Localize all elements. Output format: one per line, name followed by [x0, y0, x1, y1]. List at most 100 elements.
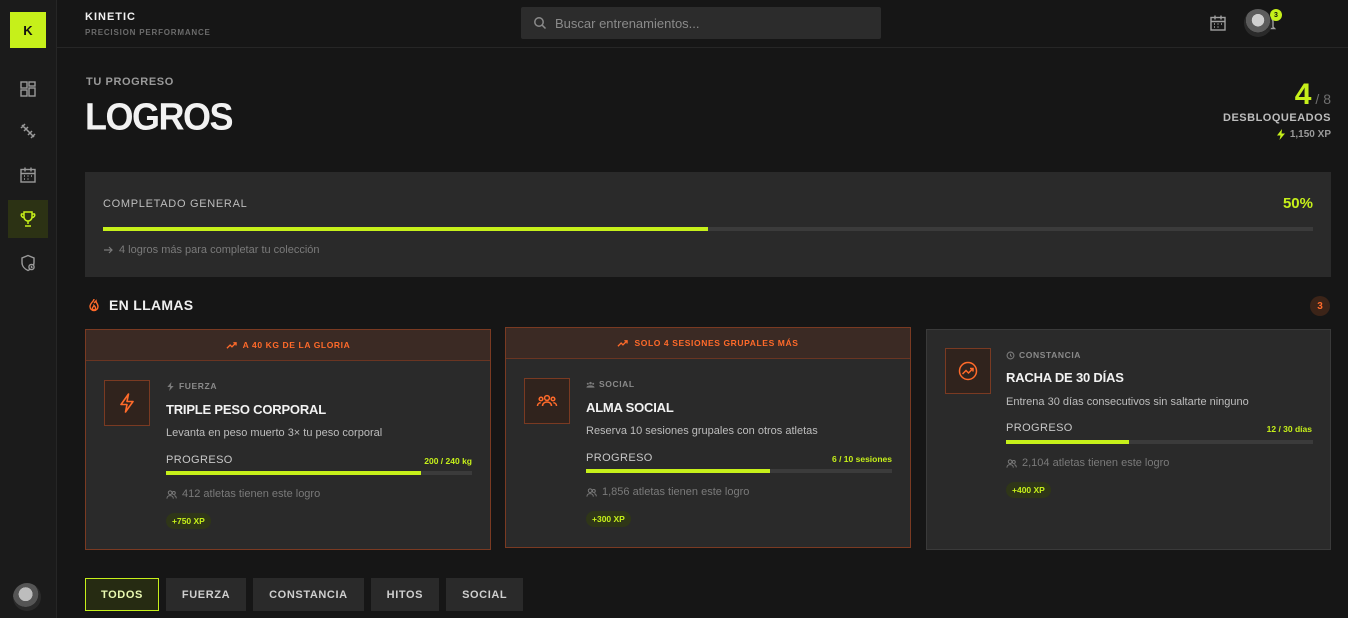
- sidebar-item-workouts[interactable]: [8, 112, 48, 150]
- filter-social[interactable]: SOCIAL: [446, 578, 524, 611]
- card-category-label: FUERZA: [179, 381, 218, 391]
- search-bar[interactable]: [521, 7, 881, 39]
- card-progress-bar: [1006, 440, 1313, 444]
- brand-tagline: PRECISION PERFORMANCE: [85, 28, 211, 37]
- card-category: FUERZA: [166, 381, 217, 391]
- trending-up-icon: [617, 339, 629, 347]
- achievement-card-alma-social[interactable]: SOLO 4 SESIONES GRUPALES MÁS SOCIAL ALMA…: [505, 327, 911, 548]
- section-title: EN LLAMAS: [109, 297, 194, 313]
- filter-hitos[interactable]: HITOS: [370, 578, 440, 611]
- card-athletes-text: 2,104 atletas tienen este logro: [1022, 457, 1170, 469]
- card-progress-label: PROGRESO: [1006, 422, 1073, 434]
- card-progress-value: 12 / 30 días: [1266, 424, 1312, 434]
- overall-progress-fill: [103, 227, 708, 231]
- trending-up-icon: [226, 341, 237, 349]
- card-description: Reserva 10 sesiones grupales con otros a…: [586, 425, 818, 437]
- overall-label: COMPLETADO GENERAL: [103, 198, 248, 210]
- unlocked-label: DESBLOQUEADOS: [1223, 112, 1331, 124]
- calendar-icon: [20, 167, 36, 183]
- overall-percent: 50%: [1282, 195, 1313, 212]
- overall-hint: 4 logros más para completar tu colección: [103, 244, 320, 256]
- filter-tabs: TODOS FUERZA CONSTANCIA HITOS SOCIAL: [85, 578, 524, 611]
- card-athletes-text: 412 atletas tienen este logro: [182, 488, 321, 500]
- card-category-label: SOCIAL: [599, 379, 635, 389]
- total-xp-value: 1,150 XP: [1289, 129, 1331, 140]
- dumbbell-icon: [20, 123, 36, 139]
- calendar-button[interactable]: [1207, 12, 1229, 34]
- bolt-icon: [1276, 129, 1285, 140]
- total-count: / 8: [1315, 91, 1331, 107]
- arrow-right-icon: [104, 246, 113, 254]
- section-header: EN LLAMAS: [87, 297, 193, 313]
- card-category: SOCIAL: [586, 379, 635, 389]
- card-description: Levanta en peso muerto 3× tu peso corpor…: [166, 427, 383, 439]
- unlocked-stats: 4/ 8 DESBLOQUEADOS 1,150 XP: [1223, 78, 1331, 140]
- filter-fuerza[interactable]: FUERZA: [165, 578, 247, 611]
- page-title: LOGROS: [85, 94, 234, 138]
- filter-constancia[interactable]: CONSTANCIA: [253, 578, 364, 611]
- bolt-icon: [120, 393, 134, 413]
- group-icon: [536, 394, 558, 407]
- card-title: RACHA DE 30 DÍAS: [1006, 370, 1124, 385]
- group-icon: [586, 381, 595, 388]
- users-icon: [166, 489, 177, 499]
- card-icon-box: [524, 378, 570, 424]
- filter-todos[interactable]: TODOS: [85, 578, 159, 611]
- achievement-card-racha-30[interactable]: CONSTANCIA RACHA DE 30 DÍAS Entrena 30 d…: [926, 329, 1331, 550]
- users-icon: [1006, 458, 1017, 468]
- card-progress-value: 6 / 10 sesiones: [831, 454, 892, 464]
- card-progress-bar: [586, 469, 892, 473]
- shield-icon: [21, 254, 35, 272]
- card-progress-bar: [166, 471, 472, 475]
- card-icon-box: [945, 348, 991, 394]
- card-icon-box: [104, 380, 150, 426]
- sidebar-item-calendar[interactable]: [8, 156, 48, 194]
- overall-hint-text: 4 logros más para completar tu colección: [119, 244, 320, 256]
- card-title: TRIPLE PESO CORPORAL: [166, 402, 326, 417]
- app-root: K KINETIC PRECISION PERFORMANCE 3: [0, 0, 1348, 618]
- dashboard-icon: [20, 81, 36, 97]
- search-icon: [534, 17, 547, 30]
- trophy-icon: [20, 211, 36, 227]
- sidebar: K: [0, 0, 57, 618]
- overall-progress-bar: [103, 227, 1313, 231]
- sidebar-item-dashboard[interactable]: [8, 70, 48, 108]
- users-icon: [586, 487, 597, 497]
- card-progress-fill: [1006, 440, 1129, 444]
- card-description: Entrena 30 días consecutivos sin saltart…: [1006, 396, 1249, 408]
- card-progress-fill: [166, 471, 421, 475]
- sidebar-avatar[interactable]: [13, 583, 41, 611]
- card-xp-badge: +300 XP: [586, 511, 631, 527]
- overall-progress-panel: COMPLETADO GENERAL 50% 4 logros más para…: [85, 172, 1331, 277]
- card-xp-badge: +400 XP: [1006, 482, 1051, 498]
- card-progress-value: 200 / 240 kg: [424, 456, 472, 466]
- card-title: ALMA SOCIAL: [586, 400, 674, 415]
- card-banner: A 40 KG DE LA GLORIA: [86, 330, 490, 361]
- brand-name: KINETIC: [85, 11, 136, 23]
- trending-up-icon: [958, 361, 978, 381]
- card-athletes: 2,104 atletas tienen este logro: [1006, 457, 1169, 469]
- page-eyebrow: TU PROGRESO: [86, 76, 174, 88]
- card-banner-text: SOLO 4 SESIONES GRUPALES MÁS: [634, 338, 799, 348]
- section-count-badge: 3: [1310, 296, 1330, 316]
- card-banner: SOLO 4 SESIONES GRUPALES MÁS: [506, 328, 910, 359]
- search-input[interactable]: [555, 15, 855, 31]
- achievement-card-triple-peso[interactable]: A 40 KG DE LA GLORIA FUERZA TRIPLE PESO …: [85, 329, 491, 550]
- card-athletes-text: 1,856 atletas tienen este logro: [602, 486, 750, 498]
- card-banner-text: A 40 KG DE LA GLORIA: [242, 340, 351, 350]
- calendar-icon: [1210, 15, 1226, 31]
- card-category-label: CONSTANCIA: [1019, 350, 1082, 360]
- card-category: CONSTANCIA: [1006, 350, 1081, 360]
- user-avatar[interactable]: [1244, 9, 1272, 37]
- sidebar-item-security[interactable]: [8, 244, 48, 282]
- card-progress-label: PROGRESO: [166, 454, 233, 466]
- card-progress-fill: [586, 469, 770, 473]
- card-athletes: 412 atletas tienen este logro: [166, 488, 320, 500]
- topbar: KINETIC PRECISION PERFORMANCE: [57, 0, 1348, 48]
- card-athletes: 1,856 atletas tienen este logro: [586, 486, 749, 498]
- flame-icon: [89, 298, 99, 312]
- card-xp-badge: +750 XP: [166, 513, 211, 529]
- clock-icon: [1006, 351, 1015, 359]
- sidebar-item-achievements[interactable]: [8, 200, 48, 238]
- brand-logo[interactable]: K: [10, 12, 46, 48]
